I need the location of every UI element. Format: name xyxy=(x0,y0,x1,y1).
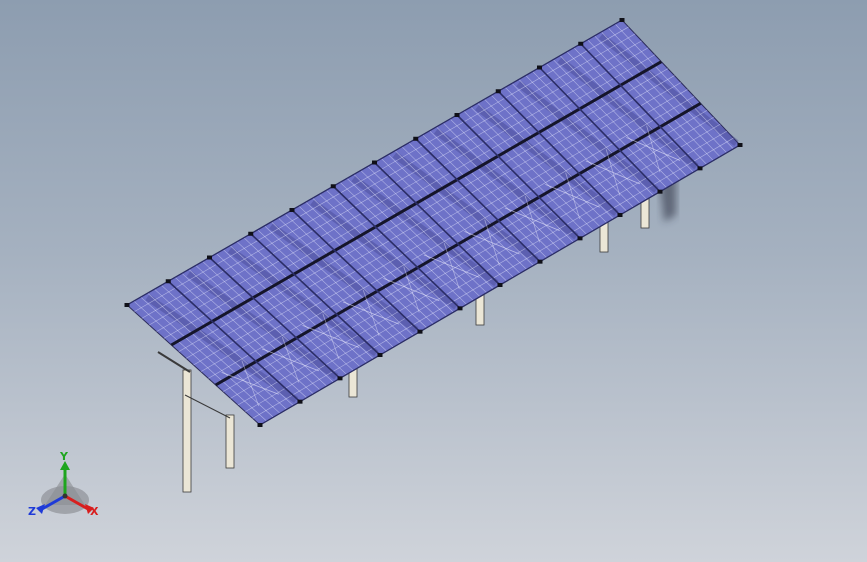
clamp-bottom xyxy=(457,306,463,311)
clamp-bottom xyxy=(737,143,743,147)
z-axis-label: Z xyxy=(28,505,36,518)
cad-viewport[interactable]: Y X Z xyxy=(0,0,867,562)
clamp-top xyxy=(372,160,377,165)
clamp-top xyxy=(248,231,254,236)
clamp-top xyxy=(330,184,336,189)
clamp-bottom xyxy=(657,189,663,194)
clamp-bottom xyxy=(537,259,543,264)
solar-array-model[interactable] xyxy=(0,0,867,562)
clamp-bottom xyxy=(617,213,623,217)
clamp-bottom xyxy=(377,353,383,357)
x-axis-label: X xyxy=(90,505,99,518)
clamp-top xyxy=(454,113,460,117)
clamp-bottom xyxy=(417,329,423,334)
clamp-bottom xyxy=(337,376,343,381)
front-post-tall xyxy=(182,369,192,493)
clamp-top xyxy=(619,18,625,22)
clamp-top xyxy=(124,303,130,307)
front-post-short xyxy=(225,414,235,469)
clamp-bottom xyxy=(297,399,303,404)
clamp-bottom xyxy=(697,166,703,171)
clamp-top xyxy=(495,89,501,94)
clamp-bottom xyxy=(497,283,503,287)
clamp-top xyxy=(578,41,584,46)
clamp-top xyxy=(207,255,212,260)
clamp-top xyxy=(165,279,171,284)
brace xyxy=(184,394,231,419)
y-axis-label: Y xyxy=(60,450,68,463)
clamp-top xyxy=(413,136,419,141)
clamp-bottom xyxy=(257,423,263,427)
clamp-top xyxy=(289,208,295,212)
clamp-top xyxy=(537,65,542,70)
clamp-bottom xyxy=(577,236,583,241)
